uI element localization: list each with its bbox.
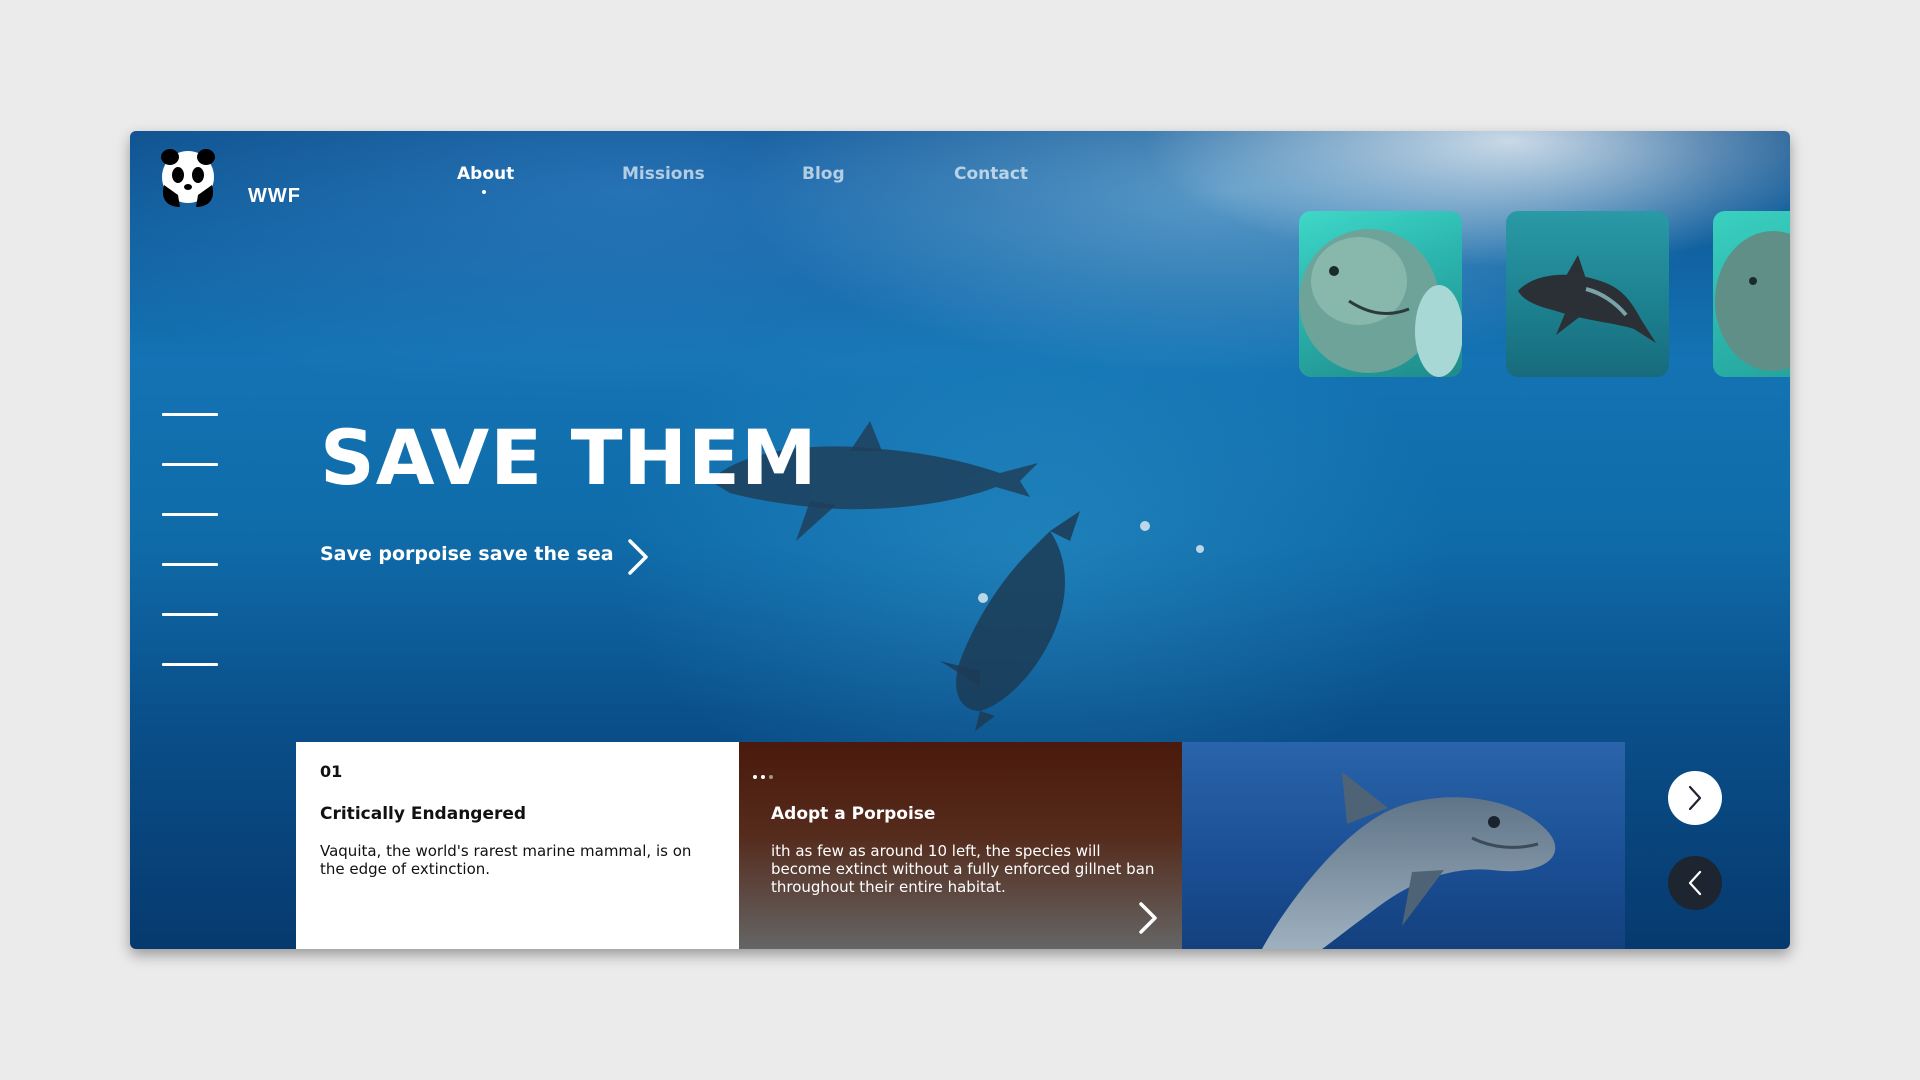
- nav-item-missions[interactable]: Missions: [622, 164, 705, 184]
- prev-slide-button[interactable]: [1668, 856, 1722, 910]
- card-number: 01: [320, 762, 343, 781]
- card-text: ith as few as around 10 left, the specie…: [771, 842, 1155, 896]
- chevron-right-icon: [1688, 785, 1702, 811]
- card-critically-endangered[interactable]: 01 Critically Endangered Vaquita, the wo…: [296, 742, 739, 949]
- active-indicator-dot: [482, 190, 486, 194]
- next-slide-button[interactable]: [1668, 771, 1722, 825]
- dolphin-illustration: [940, 511, 1080, 731]
- card-title: Adopt a Porpoise: [771, 804, 936, 824]
- water-bubble: [1196, 545, 1204, 553]
- porpoise-thumbnail[interactable]: [1713, 211, 1790, 377]
- nav-item-about[interactable]: About: [457, 164, 514, 184]
- hero-title: SAVE THEM: [320, 413, 818, 502]
- menu-line-icon: [162, 613, 218, 616]
- chevron-left-icon: [1688, 870, 1702, 896]
- porpoise-illustration: [1262, 772, 1556, 949]
- porpoise-image-card[interactable]: [1182, 742, 1625, 949]
- card-text: Vaquita, the world's rarest marine mamma…: [320, 842, 692, 878]
- chevron-right-icon[interactable]: [624, 537, 652, 577]
- side-menu[interactable]: [162, 413, 218, 713]
- nav-item-contact[interactable]: Contact: [954, 164, 1028, 184]
- chevron-right-icon[interactable]: [1136, 900, 1160, 936]
- menu-line-icon: [162, 563, 218, 566]
- menu-line-icon: [162, 463, 218, 466]
- menu-line-icon: [162, 413, 218, 416]
- wwf-panda-icon: [161, 149, 215, 207]
- more-dots-icon[interactable]: [753, 764, 777, 783]
- porpoise-thumbnail[interactable]: [1506, 211, 1669, 377]
- water-bubble: [1140, 521, 1150, 531]
- hero-frame: WWF About Missions Blog Contact SAVE THE…: [130, 131, 1790, 949]
- brand-name: WWF: [248, 185, 301, 207]
- porpoise-thumbnail[interactable]: [1299, 211, 1462, 377]
- card-adopt-porpoise[interactable]: Adopt a Porpoise ith as few as around 10…: [739, 742, 1182, 949]
- wwf-logo[interactable]: WWF: [158, 145, 300, 207]
- nav-item-blog[interactable]: Blog: [802, 164, 845, 184]
- menu-line-icon: [162, 513, 218, 516]
- menu-line-icon: [162, 663, 218, 666]
- card-title: Critically Endangered: [320, 804, 527, 824]
- hero-subtitle-link[interactable]: Save porpoise save the sea: [320, 543, 614, 565]
- info-cards: 01 Critically Endangered Vaquita, the wo…: [296, 742, 1626, 949]
